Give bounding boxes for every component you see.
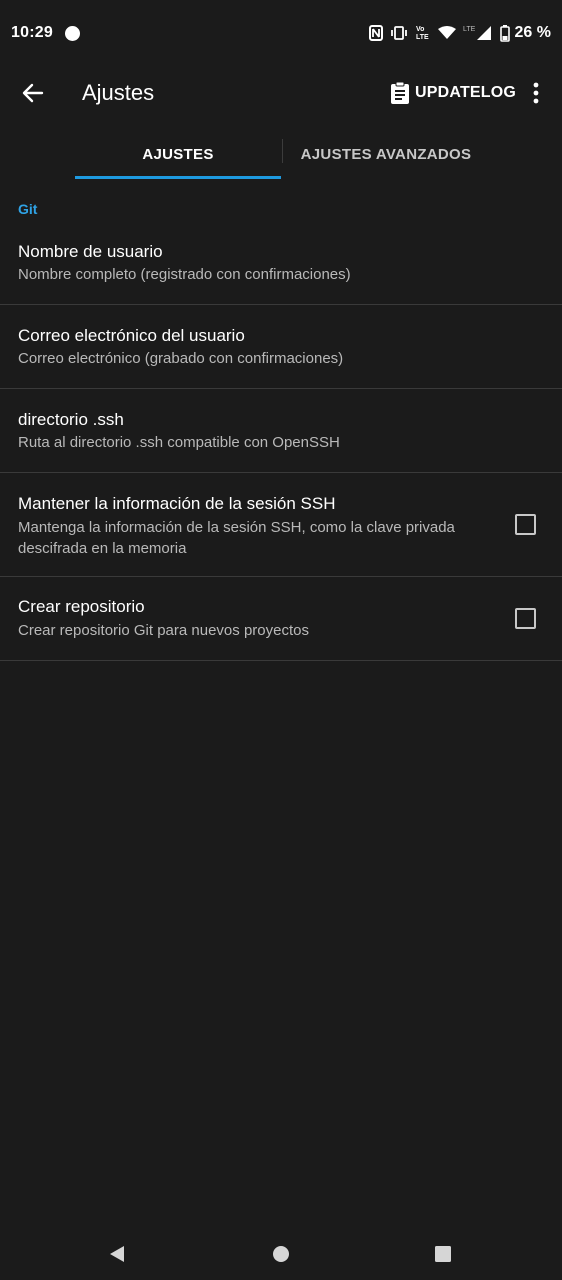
- battery-percent: 26 %: [514, 24, 551, 41]
- pref-create-repository[interactable]: Crear repositorio Crear repositorio Git …: [0, 577, 562, 661]
- status-bar: 10:29 Vo LTE LTE 26 %: [0, 0, 562, 66]
- tab-indicator: [75, 176, 281, 179]
- pref-title: Crear repositorio: [18, 597, 145, 616]
- tab-bar: AJUSTES AJUSTES AVANZADOS: [0, 128, 562, 180]
- pref-title: directorio .ssh: [18, 410, 124, 429]
- back-button[interactable]: [18, 78, 48, 108]
- pref-ssh-directory[interactable]: directorio .ssh Ruta al directorio .ssh …: [0, 389, 562, 473]
- navigation-bar: [0, 1224, 562, 1280]
- nav-recents-button[interactable]: [425, 1236, 461, 1272]
- tab-ajustes-avanzados[interactable]: AJUSTES AVANZADOS: [283, 128, 489, 180]
- svg-text:LTE: LTE: [416, 34, 429, 41]
- pref-summary: Crear repositorio Git para nuevos proyec…: [18, 622, 309, 639]
- more-vert-icon: [533, 82, 539, 104]
- pref-user-email[interactable]: Correo electrónico del usuario Correo el…: [0, 305, 562, 389]
- svg-text:LTE: LTE: [463, 26, 476, 33]
- status-time: 10:29: [11, 24, 53, 41]
- pref-title: Correo electrónico del usuario: [18, 326, 245, 345]
- page-title: Ajustes: [82, 80, 155, 105]
- pref-summary: Mantenga la información de la sesión SSH…: [18, 519, 455, 557]
- recents-square-icon: [435, 1246, 451, 1262]
- updatelog-label: UPDATELOG: [415, 84, 517, 101]
- notification-dot-icon: [64, 25, 80, 41]
- section-header-git: Git: [18, 201, 38, 217]
- pref-summary: Ruta al directorio .ssh compatible con O…: [18, 434, 340, 451]
- home-circle-icon: [273, 1246, 289, 1262]
- pref-title: Mantener la información de la sesión SSH: [18, 494, 336, 513]
- clipboard-icon: [391, 81, 409, 104]
- pref-username[interactable]: Nombre de usuario Nombre completo (regis…: [0, 221, 562, 305]
- pref-summary: Correo electrónico (grabado con confirma…: [18, 350, 344, 367]
- back-triangle-icon: [110, 1246, 124, 1262]
- lte-signal-icon: LTE: [463, 25, 493, 41]
- battery-icon: [499, 24, 510, 42]
- volte-icon: Vo LTE: [415, 24, 431, 42]
- vibrate-icon: [390, 25, 408, 41]
- status-icons: Vo LTE LTE 26 %: [368, 24, 551, 42]
- arrow-back-icon: [22, 83, 44, 103]
- updatelog-button[interactable]: UPDATELOG: [389, 78, 516, 108]
- pref-summary: Nombre completo (registrado con confirma…: [18, 266, 351, 283]
- app-bar: Ajustes UPDATELOG: [0, 66, 562, 120]
- nfc-icon: [368, 25, 383, 41]
- pref-title: Nombre de usuario: [18, 242, 163, 261]
- keep-ssh-session-checkbox[interactable]: [515, 514, 536, 535]
- svg-text:Vo: Vo: [416, 26, 424, 33]
- more-options-button[interactable]: [524, 78, 548, 108]
- nav-home-button[interactable]: [263, 1236, 299, 1272]
- wifi-icon: [437, 26, 456, 40]
- nav-back-button[interactable]: [99, 1236, 135, 1272]
- settings-screen: 10:29 Vo LTE LTE 26 % Ajustes UPDATELOG …: [0, 0, 562, 1280]
- pref-keep-ssh-session[interactable]: Mantener la información de la sesión SSH…: [0, 473, 562, 577]
- create-repository-checkbox[interactable]: [515, 608, 536, 629]
- tab-ajustes[interactable]: AJUSTES: [75, 128, 281, 180]
